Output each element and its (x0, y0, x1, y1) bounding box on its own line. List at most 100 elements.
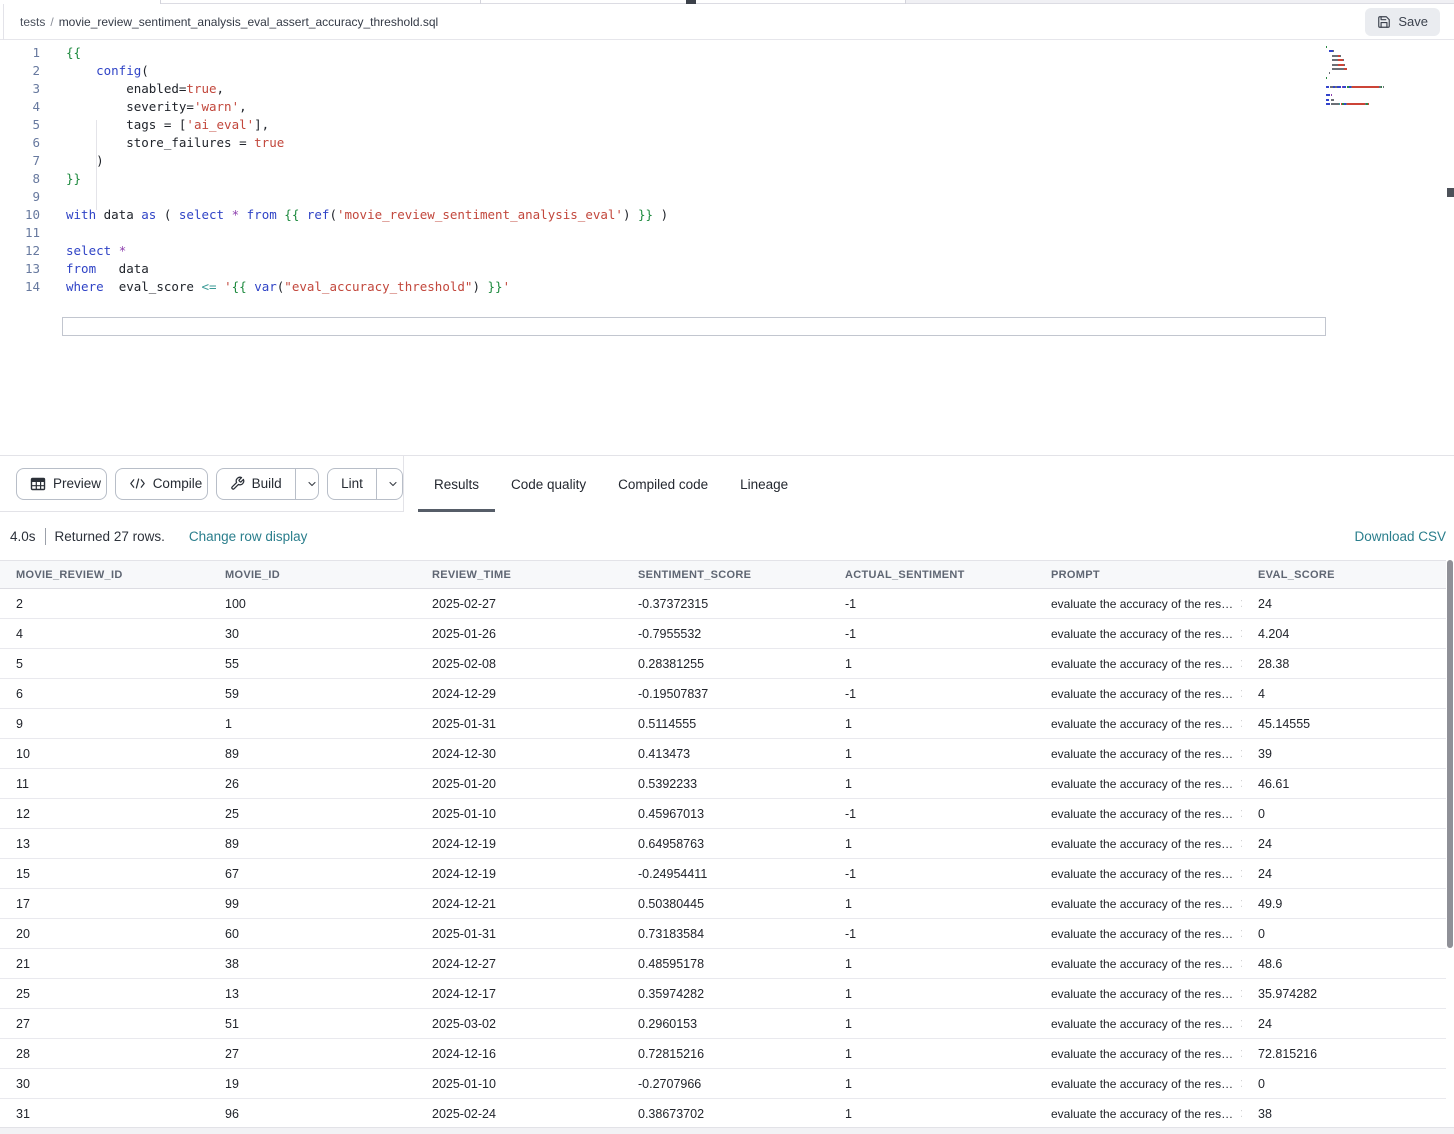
line-number: 6 (0, 134, 40, 152)
code-token: with (66, 207, 96, 222)
preview-button[interactable]: Preview (16, 468, 107, 500)
table-cell: -1 (829, 867, 1035, 881)
code-line[interactable]: }} (66, 170, 668, 188)
table-cell: 9 (0, 717, 209, 731)
table-cell: 2 (0, 597, 209, 611)
table-cell: 2025-01-10 (416, 807, 622, 821)
table-cell: 2025-01-26 (416, 627, 622, 641)
code-line[interactable]: {{ (66, 44, 668, 62)
table-row: 28272024-12-160.728152161evaluate the ac… (0, 1039, 1446, 1069)
prompt-cell: evaluate the accuracy of the res… (1035, 957, 1242, 971)
table-cell: 6 (0, 687, 209, 701)
code-line[interactable]: tags = ['ai_eval'], (66, 116, 668, 134)
code-token (239, 207, 247, 222)
code-line[interactable]: where eval_score <= '{{ var("eval_accura… (66, 278, 668, 296)
table-cell: 38 (209, 957, 416, 971)
prompt-cell: evaluate the accuracy of the res… (1035, 1017, 1242, 1031)
code-token: ( (141, 63, 149, 78)
code-token: * (232, 207, 240, 222)
tab-lineage[interactable]: Lineage (724, 456, 804, 512)
table-cell: 2025-02-27 (416, 597, 622, 611)
table-cell: 100 (209, 597, 416, 611)
code-line[interactable]: store_failures = true (66, 134, 668, 152)
chevron-down-icon (387, 478, 399, 490)
lint-dropdown-button[interactable] (376, 469, 403, 499)
compile-button[interactable]: Compile (115, 468, 208, 500)
code-token: * (119, 243, 127, 258)
vertical-scrollbar-thumb[interactable] (1447, 560, 1453, 948)
code-content[interactable]: {{ config( enabled=true, severity='warn'… (66, 44, 668, 296)
results-table: MOVIE_REVIEW_IDMOVIE_IDREVIEW_TIMESENTIM… (0, 560, 1446, 1129)
table-cell: 17 (0, 897, 209, 911)
code-token: data (96, 261, 149, 276)
minimap-line (1326, 103, 1410, 105)
minimap-line (1326, 94, 1410, 96)
code-line[interactable]: ) (66, 152, 668, 170)
minimap[interactable] (1326, 46, 1410, 107)
code-line[interactable]: severity='warn', (66, 98, 668, 116)
tab-results[interactable]: Results (418, 456, 495, 512)
build-dropdown-button[interactable] (295, 469, 319, 499)
code-line[interactable]: config( (66, 62, 668, 80)
lint-button-main[interactable]: Lint (328, 469, 376, 499)
table-cell: 2024-12-19 (416, 837, 622, 851)
table-cell: 2024-12-16 (416, 1047, 622, 1061)
change-row-display-link[interactable]: Change row display (189, 529, 308, 544)
scrollbar-decoration[interactable] (1447, 188, 1454, 197)
code-token: }} (66, 171, 81, 186)
tab-label: Compiled code (618, 477, 708, 492)
code-token: }} (488, 279, 503, 294)
code-token: }} (638, 207, 653, 222)
table-cell: 0.73183584 (622, 927, 829, 941)
column-header-prompt: PROMPT (1035, 569, 1242, 581)
line-number: 5 (0, 116, 40, 134)
table-cell: 1 (829, 657, 1035, 671)
code-line[interactable]: from data (66, 260, 668, 278)
table-row: 10892024-12-300.4134731evaluate the accu… (0, 739, 1446, 769)
breadcrumb-folder: tests (20, 15, 45, 29)
editor-toolbar: Preview Compile Build Lint ResultsCode qual… (0, 455, 1454, 512)
breadcrumb: tests/movie_review_sentiment_analysis_ev… (20, 15, 1365, 29)
code-token: ref (307, 207, 330, 222)
code-token: {{ (284, 207, 307, 222)
breadcrumb-separator: / (50, 15, 53, 29)
code-line[interactable] (66, 188, 668, 206)
pane-left-border (3, 4, 4, 40)
code-line[interactable] (66, 224, 668, 242)
table-cell: 4 (1242, 687, 1430, 701)
table-cell: 1 (829, 987, 1035, 1001)
compile-button-main[interactable]: Compile (116, 469, 208, 499)
table-cell: 0.48595178 (622, 957, 829, 971)
build-button-main[interactable]: Build (217, 469, 295, 499)
line-number: 8 (0, 170, 40, 188)
active-line-highlight (62, 317, 1326, 336)
code-line[interactable]: select * (66, 242, 668, 260)
table-cell: 72.815216 (1242, 1047, 1430, 1061)
lint-button[interactable]: Lint (327, 468, 403, 500)
table-cell: 0.413473 (622, 747, 829, 761)
table-cell: 5 (0, 657, 209, 671)
build-button[interactable]: Build (216, 468, 320, 500)
code-line[interactable]: with data as ( select * from {{ ref('mov… (66, 206, 668, 224)
tab-compiled-code[interactable]: Compiled code (602, 456, 724, 512)
tab-code-quality[interactable]: Code quality (495, 456, 602, 512)
horizontal-scrollbar-track[interactable] (0, 1127, 1454, 1134)
download-csv-link[interactable]: Download CSV (1354, 529, 1446, 544)
table-cell: 0.35974282 (622, 987, 829, 1001)
code-line[interactable]: enabled=true, (66, 80, 668, 98)
table-cell: 26 (209, 777, 416, 791)
minimap-line (1326, 68, 1410, 70)
code-token: 'movie_review_sentiment_analysis_eval' (337, 207, 623, 222)
table-cell: 2024-12-17 (416, 987, 622, 1001)
table-cell: 2025-01-31 (416, 927, 622, 941)
code-token: ( (329, 207, 337, 222)
preview-button-main[interactable]: Preview (17, 469, 107, 499)
code-token: {{ (232, 279, 255, 294)
prompt-cell: evaluate the accuracy of the res… (1035, 717, 1242, 731)
code-editor[interactable]: 1234567891011121314 {{ config( enabled=t… (0, 40, 1454, 455)
save-button[interactable]: Save (1365, 8, 1440, 36)
prompt-cell: evaluate the accuracy of the res… (1035, 807, 1242, 821)
code-token: config (96, 63, 141, 78)
code-token (217, 279, 225, 294)
table-cell: 2024-12-21 (416, 897, 622, 911)
